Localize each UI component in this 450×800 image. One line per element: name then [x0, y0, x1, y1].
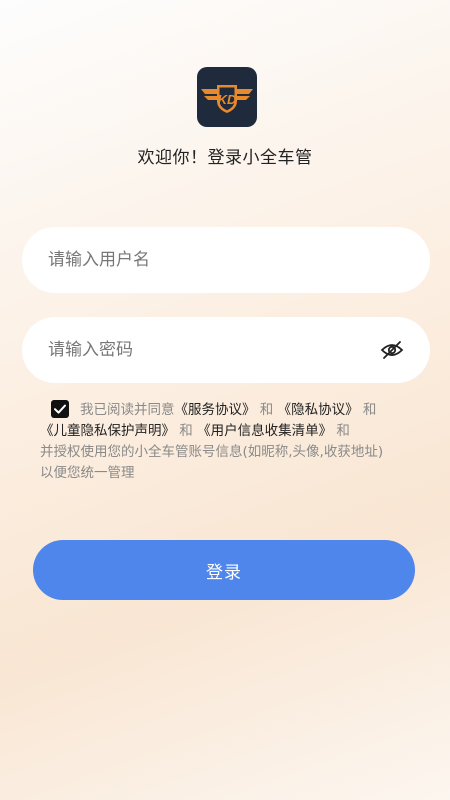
logo-emblem-icon: KD: [201, 85, 253, 113]
svg-text:KD: KD: [218, 92, 237, 107]
app-logo: KD: [197, 67, 257, 127]
authorization-text: 并授权使用您的小全车管账号信息(如昵称,头像,收获地址): [40, 444, 384, 460]
and-text: 和: [259, 402, 274, 418]
password-input[interactable]: [48, 317, 368, 383]
password-field[interactable]: [22, 317, 430, 383]
service-agreement-link[interactable]: 《服务协议》: [175, 402, 256, 418]
username-input[interactable]: [48, 227, 368, 293]
manage-text: 以便您统一管理: [40, 465, 135, 481]
welcome-title: 欢迎你！登录小全车管: [137, 148, 313, 168]
and-text: 和: [362, 402, 377, 418]
and-text: 和: [179, 423, 193, 439]
privacy-agreement-link[interactable]: 《隐私协议》: [278, 402, 359, 418]
info-collection-link[interactable]: 《用户信息收集清单》: [197, 423, 332, 439]
and-text: 和: [336, 423, 350, 439]
login-button[interactable]: 登录: [33, 540, 415, 600]
username-field[interactable]: [22, 227, 430, 293]
agreement-text: 我已阅读并同意《服务协议》 和 《隐私协议》 和 《儿童隐私保护声明》 和 《用…: [40, 400, 404, 484]
agreement-prefix: 我已阅读并同意: [80, 402, 175, 418]
child-privacy-link[interactable]: 《儿童隐私保护声明》: [40, 423, 175, 439]
eye-off-icon[interactable]: [380, 338, 404, 362]
